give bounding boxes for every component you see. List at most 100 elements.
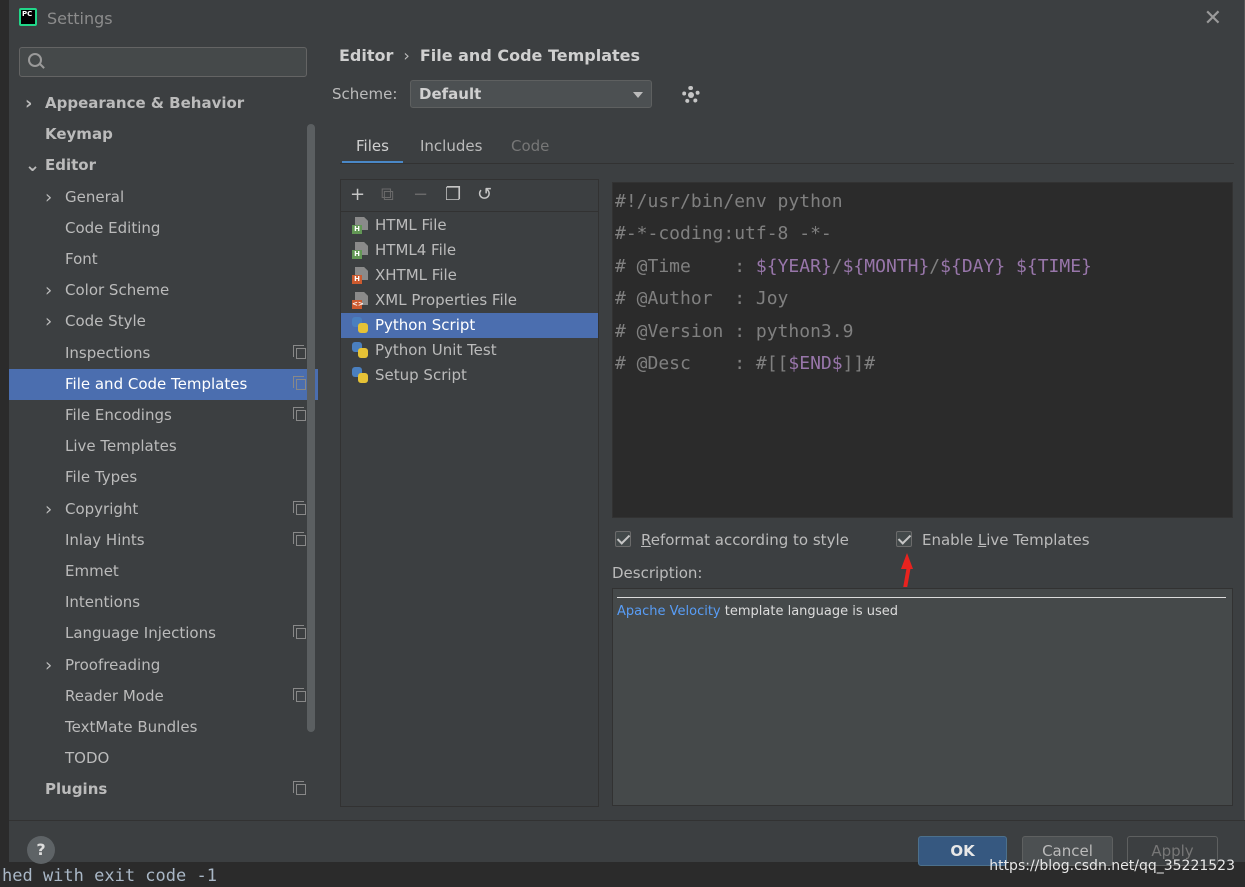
template-item[interactable]: H XHTML File [341,263,598,288]
description-text: Apache Velocity template language is use… [617,604,899,619]
checkbox-checked-icon[interactable] [615,531,631,547]
sidebar-item-label: General [65,187,125,206]
sidebar-item-code-style[interactable]: › Code Style [9,306,318,337]
project-scope-icon [293,407,306,421]
sidebar-item-label: Intentions [65,593,141,612]
code-line: #!/usr/bin/env python [615,191,843,212]
template-item[interactable]: <> XML Properties File [341,288,598,313]
xhtml-file-icon: H [352,267,368,284]
sidebar-item-label: TODO [65,749,110,768]
template-item[interactable]: H HTML File [341,213,598,238]
close-icon[interactable]: ✕ [1204,6,1222,31]
project-scope-icon [293,687,306,702]
tab-includes[interactable]: Includes [420,134,482,164]
template-item[interactable]: Python Unit Test [341,338,598,363]
content-pane: Editor › File and Code Templates Scheme: D… [318,36,1245,820]
sidebar-item-general[interactable]: › General [9,182,318,213]
sidebar-item-file-and-code-templates[interactable]: File and Code Templates [9,368,318,400]
breadcrumb-separator: › [403,46,410,65]
project-scope-icon [293,531,306,546]
sidebar-item-color-scheme[interactable]: › Color Scheme [9,275,318,306]
sidebar-item-label: File and Code Templates [65,374,248,393]
sidebar-item-inlay-hints[interactable]: Inlay Hints [9,525,318,556]
add-icon[interactable]: + [350,184,365,205]
template-editor[interactable]: #!/usr/bin/env python #-*-coding:utf-8 -… [612,182,1233,518]
sidebar-item-label: Editor [45,156,96,175]
apache-velocity-link[interactable]: Apache Velocity [617,604,721,619]
live-templates-label: Enable Live Templates [922,531,1090,549]
scheme-dropdown[interactable]: Default [410,80,652,108]
sidebar-item-proofreading[interactable]: › Proofreading [9,650,318,681]
watermark: https://blog.csdn.net/qq_35221523 [989,858,1235,874]
sidebar-item-todo[interactable]: TODO [9,743,318,774]
description-box: Apache Velocity template language is use… [612,588,1233,806]
template-item[interactable]: Setup Script [341,363,598,388]
annotation-arrow-icon [901,553,913,589]
sidebar-item-keymap[interactable]: Keymap [9,119,318,150]
sidebar-item-code-editing[interactable]: Code Editing [9,213,318,244]
sidebar-item-file-encodings[interactable]: File Encodings [9,400,318,431]
sidebar-item-label: Proofreading [65,655,161,674]
python-icon [352,317,368,334]
title-bar: PC Settings ✕ [9,0,1244,36]
chevron-right-icon[interactable]: › [45,494,52,525]
sidebar-item-live-templates[interactable]: Live Templates [9,431,318,462]
copy-icon[interactable]: ❐ [445,184,461,205]
sidebar-item-label: Code Editing [65,218,161,237]
chevron-down-icon[interactable]: ⌄ [25,150,40,181]
breadcrumb-parent[interactable]: Editor [339,46,393,65]
gear-icon[interactable] [682,86,700,104]
sidebar-item-reader-mode[interactable]: Reader Mode [9,681,318,712]
sidebar-item-label: Code Style [65,312,146,331]
remove-icon: − [413,184,429,205]
sidebar-item-label: Inlay Hints [65,530,145,549]
tab-files[interactable]: Files [342,134,403,164]
search-input[interactable] [54,52,294,72]
xml-file-icon: <> [352,292,368,309]
tab-code: Code [511,137,550,155]
template-item[interactable]: H HTML4 File [341,238,598,263]
chevron-right-icon[interactable]: › [45,650,52,681]
template-item[interactable]: Python Script [341,313,598,338]
python-icon [352,367,368,384]
sidebar-item-emmet[interactable]: Emmet [9,556,318,587]
checkbox-checked-icon[interactable] [896,531,912,547]
sidebar-item-file-types[interactable]: File Types [9,462,318,493]
chevron-right-icon[interactable]: › [45,182,52,213]
reformat-label: Reformat according to style [641,531,849,549]
sidebar-item-inspections[interactable]: Inspections [9,338,318,369]
project-scope-icon [293,781,306,796]
sidebar-item-copyright[interactable]: › Copyright [9,494,318,525]
python-icon [352,342,368,359]
html-file-icon: H [352,217,368,234]
chevron-right-icon[interactable]: › [45,306,52,337]
code-line: # @Time : ${YEAR}/${MONTH}/${DAY} ${TIME… [615,256,1092,277]
project-scope-icon [293,344,306,359]
sidebar-item-intentions[interactable]: Intentions [9,587,318,618]
template-name: XML Properties File [375,291,518,309]
settings-dialog: PC Settings ✕ › Appearance & Behavior Keym… [9,0,1245,866]
background-ide [0,0,9,887]
sidebar-item-textmate-bundles[interactable]: TextMate Bundles [9,712,318,743]
sidebar-item-label: Emmet [65,562,119,580]
chevron-right-icon[interactable]: › [45,275,52,306]
help-button[interactable]: ? [27,836,55,864]
sidebar-item-label: Font [65,250,98,268]
template-name: HTML4 File [375,241,457,259]
sidebar-scrollbar[interactable] [307,124,315,732]
window-title: Settings [47,9,113,28]
sidebar-item-language-injections[interactable]: Language Injections [9,618,318,649]
template-name: Python Unit Test [375,341,497,359]
reset-icon[interactable]: ↺ [477,184,492,205]
sidebar-item-appearance-behavior[interactable]: › Appearance & Behavior [9,88,318,119]
code-line: # @Version : python3.9 [615,321,854,342]
sidebar-item-plugins[interactable]: Plugins [9,774,318,805]
search-field[interactable] [19,47,307,77]
chevron-right-icon[interactable]: › [25,88,32,119]
sidebar-item-font[interactable]: Font [9,244,318,275]
sidebar-item-label: Reader Mode [65,686,164,705]
scheme-label: Scheme: [332,85,398,103]
project-scope-icon [293,375,306,390]
sidebar-item-editor[interactable]: ⌄ Editor [9,150,318,181]
sidebar-item-label: Copyright [65,499,139,518]
